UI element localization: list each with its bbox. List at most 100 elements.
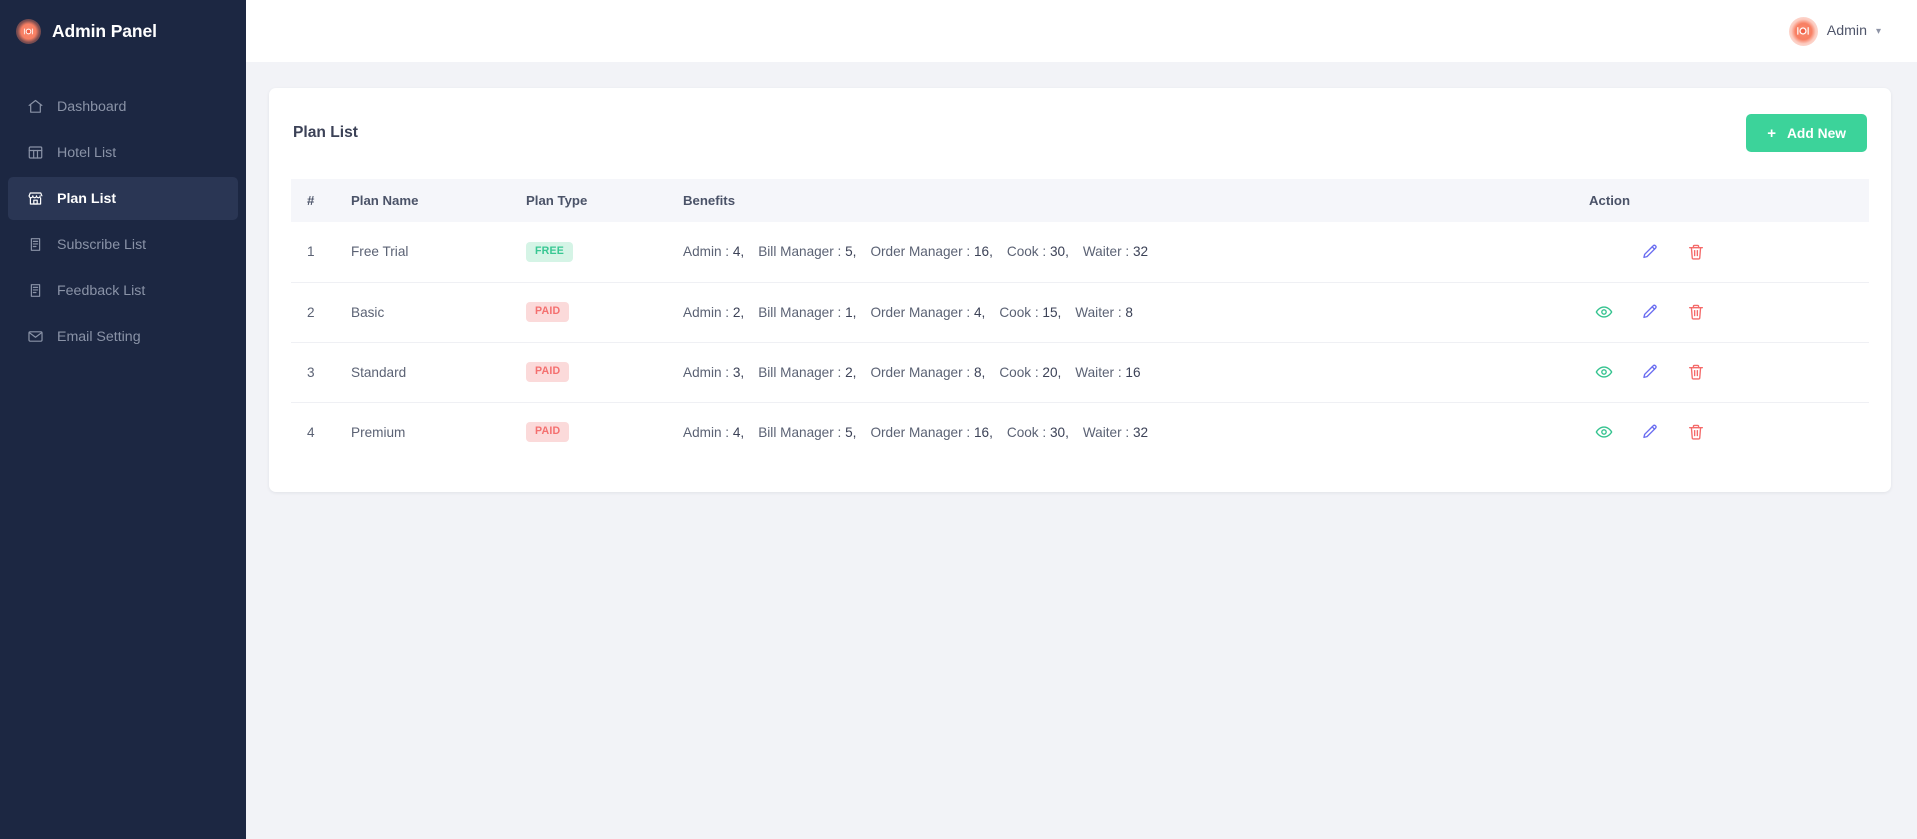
column-header-plan-name: Plan Name	[351, 179, 526, 222]
chevron-down-icon: ▾	[1875, 26, 1881, 37]
sidebar-item-hotel-list[interactable]: Hotel List	[8, 131, 238, 174]
benefit-label: Bill Manager :	[758, 424, 842, 440]
table-row: 4 Premium PAID Admin : 4, Bill Manager : 5, O…	[291, 402, 1869, 462]
benefit-label: Cook :	[1006, 244, 1047, 260]
delete-button[interactable]	[1687, 303, 1705, 321]
delete-button[interactable]	[1687, 423, 1705, 441]
benefit-item: Waiter : 16	[1075, 365, 1140, 380]
delete-button[interactable]	[1687, 363, 1705, 381]
sidebar-item-subscribe-list[interactable]: Subscribe List	[8, 223, 238, 266]
benefit-item: Admin : 2,	[683, 305, 744, 320]
benefit-value: 4,	[732, 424, 745, 440]
benefit-label: Admin :	[683, 244, 730, 260]
clipboard-list-icon	[27, 282, 44, 299]
sidebar-item-label: Plan List	[57, 190, 117, 207]
benefit-item: Bill Manager : 5,	[758, 425, 856, 440]
table-header: # Plan Name Plan Type Benefits Action	[291, 179, 1869, 222]
benefit-label: Waiter :	[1075, 364, 1122, 380]
plus-icon: +	[1767, 124, 1776, 142]
action-buttons	[1589, 303, 1869, 321]
column-header-plan-type: Plan Type	[526, 179, 683, 222]
benefit-label: Waiter :	[1082, 424, 1130, 440]
benefit-value: 32	[1132, 424, 1149, 440]
cell-num: 2	[291, 282, 351, 343]
cell-num: 1	[291, 222, 351, 283]
brand[interactable]: Admin Panel	[0, 0, 246, 62]
benefit-item: Order Manager : 8,	[870, 365, 985, 380]
sidebar-item-feedback-list[interactable]: Feedback List	[8, 269, 238, 312]
action-spacer	[1595, 243, 1613, 261]
benefit-label: Admin :	[683, 364, 730, 380]
table-row: 1 Free Trial FREE Admin : 4, Bill Manager : …	[291, 222, 1869, 283]
sidebar-item-plan-list[interactable]: Plan List	[8, 177, 238, 220]
action-buttons	[1589, 363, 1869, 381]
edit-button[interactable]	[1641, 363, 1659, 381]
admin-panel-app: Admin Panel Dashboard Hotel List Plan Li…	[0, 0, 1917, 839]
benefit-value: 1,	[845, 304, 857, 320]
edit-button[interactable]	[1641, 243, 1659, 261]
benefit-item: Waiter : 32	[1083, 425, 1148, 440]
main-area: Admin ▾ Plan List + Add New # Plan Name …	[246, 0, 1917, 839]
cell-plan-name: Basic	[351, 282, 526, 343]
delete-button[interactable]	[1687, 243, 1705, 261]
sidebar-item-label: Email Setting	[57, 328, 141, 345]
benefit-label: Order Manager :	[870, 364, 971, 380]
benefit-value: 32	[1132, 244, 1149, 260]
sidebar: Admin Panel Dashboard Hotel List Plan Li…	[0, 0, 246, 839]
clipboard-list-icon	[27, 236, 44, 253]
benefit-label: Cook :	[999, 364, 1039, 380]
sidebar-item-dashboard[interactable]: Dashboard	[8, 85, 238, 128]
benefit-value: 4,	[973, 304, 986, 320]
home-icon	[27, 98, 44, 115]
benefit-item: Cook : 15,	[999, 305, 1061, 320]
sidebar-nav: Dashboard Hotel List Plan List Subscribe…	[0, 85, 246, 358]
cell-plan-type: PAID	[526, 402, 683, 462]
view-button[interactable]	[1595, 423, 1613, 441]
benefit-value: 16	[1125, 364, 1141, 380]
cell-num: 4	[307, 424, 315, 440]
benefit-label: Order Manager :	[870, 424, 971, 440]
table-row: 2 Basic PAID Admin : 2, Bill Manager : 1, Ord…	[291, 282, 1869, 343]
add-new-label: Add New	[1786, 125, 1846, 141]
benefit-label: Cook :	[999, 304, 1039, 320]
benefit-value: 8	[1125, 304, 1133, 320]
cell-plan-type: FREE	[526, 222, 683, 283]
cell-action	[1579, 402, 1869, 462]
cell-plan-name: Free Trial	[351, 222, 526, 283]
column-header-benefits: Benefits	[683, 179, 1579, 222]
user-menu[interactable]: Admin ▾	[1788, 16, 1881, 46]
view-button[interactable]	[1595, 303, 1613, 321]
cell-benefits: Admin : 2, Bill Manager : 1, Order Manager…	[683, 282, 1579, 343]
benefit-label: Waiter :	[1082, 244, 1130, 260]
benefit-item: Admin : 4,	[683, 244, 744, 259]
cell-benefits: Admin : 3, Bill Manager : 2, Order Manager…	[683, 342, 1579, 403]
envelope-icon	[27, 328, 44, 345]
benefit-label: Waiter :	[1075, 304, 1122, 320]
edit-button[interactable]	[1641, 303, 1659, 321]
benefit-label: Admin :	[683, 424, 730, 440]
table-header-row: # Plan Name Plan Type Benefits Action	[291, 179, 1869, 222]
benefit-item: Order Manager : 16,	[870, 425, 992, 440]
content-region: Plan List + Add New # Plan Name Plan Typ…	[246, 62, 1917, 839]
cell-action	[1579, 282, 1869, 343]
table-row: 3 Standard PAID Admin : 3, Bill Manager : 2,…	[291, 342, 1869, 403]
benefit-item: Bill Manager : 5,	[758, 244, 856, 259]
benefit-value: 15,	[1042, 304, 1062, 320]
sidebar-item-email-setting[interactable]: Email Setting	[8, 315, 238, 358]
cell-plan-type: PAID	[526, 282, 683, 343]
cell-plan-type: PAID	[526, 342, 683, 403]
page-title: Plan List	[293, 124, 358, 141]
avatar	[1788, 16, 1818, 46]
cell-plan-name: Premium	[351, 424, 406, 440]
cell-num: 3	[291, 342, 351, 403]
benefit-label: Cook :	[1006, 424, 1047, 440]
status-badge: PAID	[526, 302, 570, 322]
sidebar-item-label: Feedback List	[57, 282, 146, 299]
table-grid-icon	[27, 144, 44, 161]
edit-button[interactable]	[1641, 423, 1659, 441]
restaurant-plate-icon	[16, 18, 41, 44]
view-button[interactable]	[1595, 363, 1613, 381]
benefit-value: 16,	[973, 424, 993, 440]
status-badge: FREE	[526, 241, 574, 262]
add-new-button[interactable]: + Add New	[1746, 114, 1867, 152]
